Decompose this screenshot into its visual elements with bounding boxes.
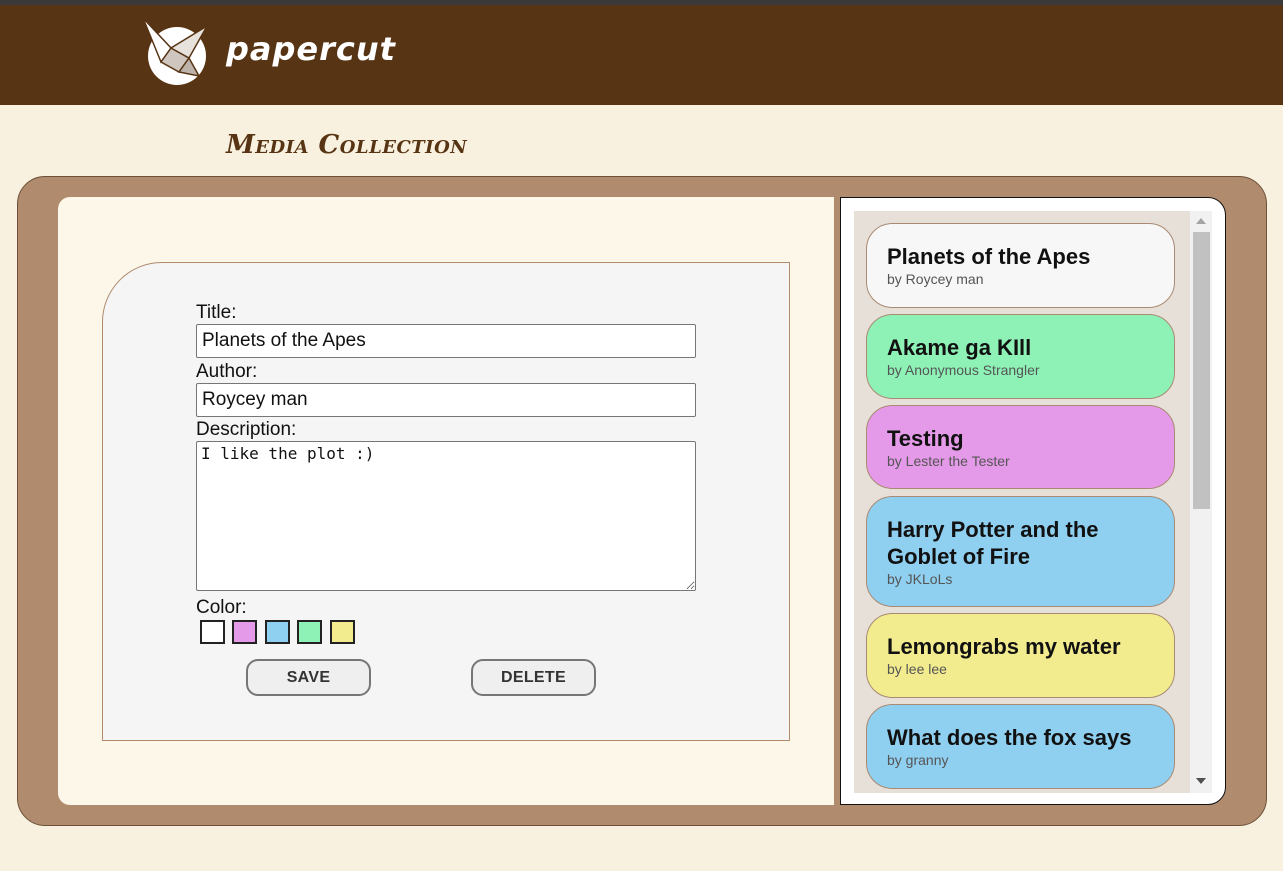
scroll-up-icon[interactable] <box>1196 218 1206 224</box>
media-card-title: Planets of the Apes <box>887 244 1091 269</box>
media-card[interactable]: What does the fox says by granny <box>866 704 1175 789</box>
author-label: Author: <box>196 361 258 382</box>
media-card[interactable]: Lemongrabs my water by lee lee <box>866 613 1175 698</box>
brand-name: papercut <box>226 30 396 68</box>
media-card-author: by Roycey man <box>887 271 984 287</box>
scroll-down-icon[interactable] <box>1196 778 1206 784</box>
media-card-author: by Lester the Tester <box>887 453 1010 469</box>
paper-crane-icon[interactable] <box>141 18 209 86</box>
color-swatch-pink[interactable] <box>232 620 257 644</box>
media-card-title: Testing <box>887 426 964 451</box>
media-card-title: What does the fox says <box>887 725 1132 750</box>
media-card[interactable]: Testing by Lester the Tester <box>866 405 1175 489</box>
color-swatch-white[interactable] <box>200 620 225 644</box>
media-card-author: by granny <box>887 752 949 768</box>
color-swatch-green[interactable] <box>297 620 322 644</box>
color-swatch-blue[interactable] <box>265 620 290 644</box>
save-button[interactable]: SAVE <box>246 659 371 696</box>
scrollbar-thumb[interactable] <box>1193 232 1210 509</box>
description-label: Description: <box>196 419 297 440</box>
color-swatch-yellow[interactable] <box>330 620 355 644</box>
title-label: Title: <box>196 302 237 323</box>
color-label: Color: <box>196 597 247 618</box>
page-title: Media Collection <box>226 130 468 160</box>
media-card-author: by Anonymous Strangler <box>887 362 1040 378</box>
media-card-author: by JKLoLs <box>887 571 953 587</box>
media-card-title: Harry Potter and the Goblet of Fire <box>887 517 1099 569</box>
description-textarea[interactable]: I like the plot :) <box>196 441 696 591</box>
title-input[interactable] <box>196 324 696 358</box>
media-card[interactable]: Harry Potter and the Goblet of Fire by J… <box>866 496 1175 607</box>
media-card-author: by lee lee <box>887 661 947 677</box>
author-input[interactable] <box>196 383 696 417</box>
media-card[interactable]: Planets of the Apes by Roycey man <box>866 223 1175 308</box>
media-card-title: Lemongrabs my water <box>887 634 1121 659</box>
delete-button[interactable]: DELETE <box>471 659 596 696</box>
media-card[interactable]: Akame ga KIll by Anonymous Strangler <box>866 314 1175 399</box>
media-card-title: Akame ga KIll <box>887 335 1032 360</box>
